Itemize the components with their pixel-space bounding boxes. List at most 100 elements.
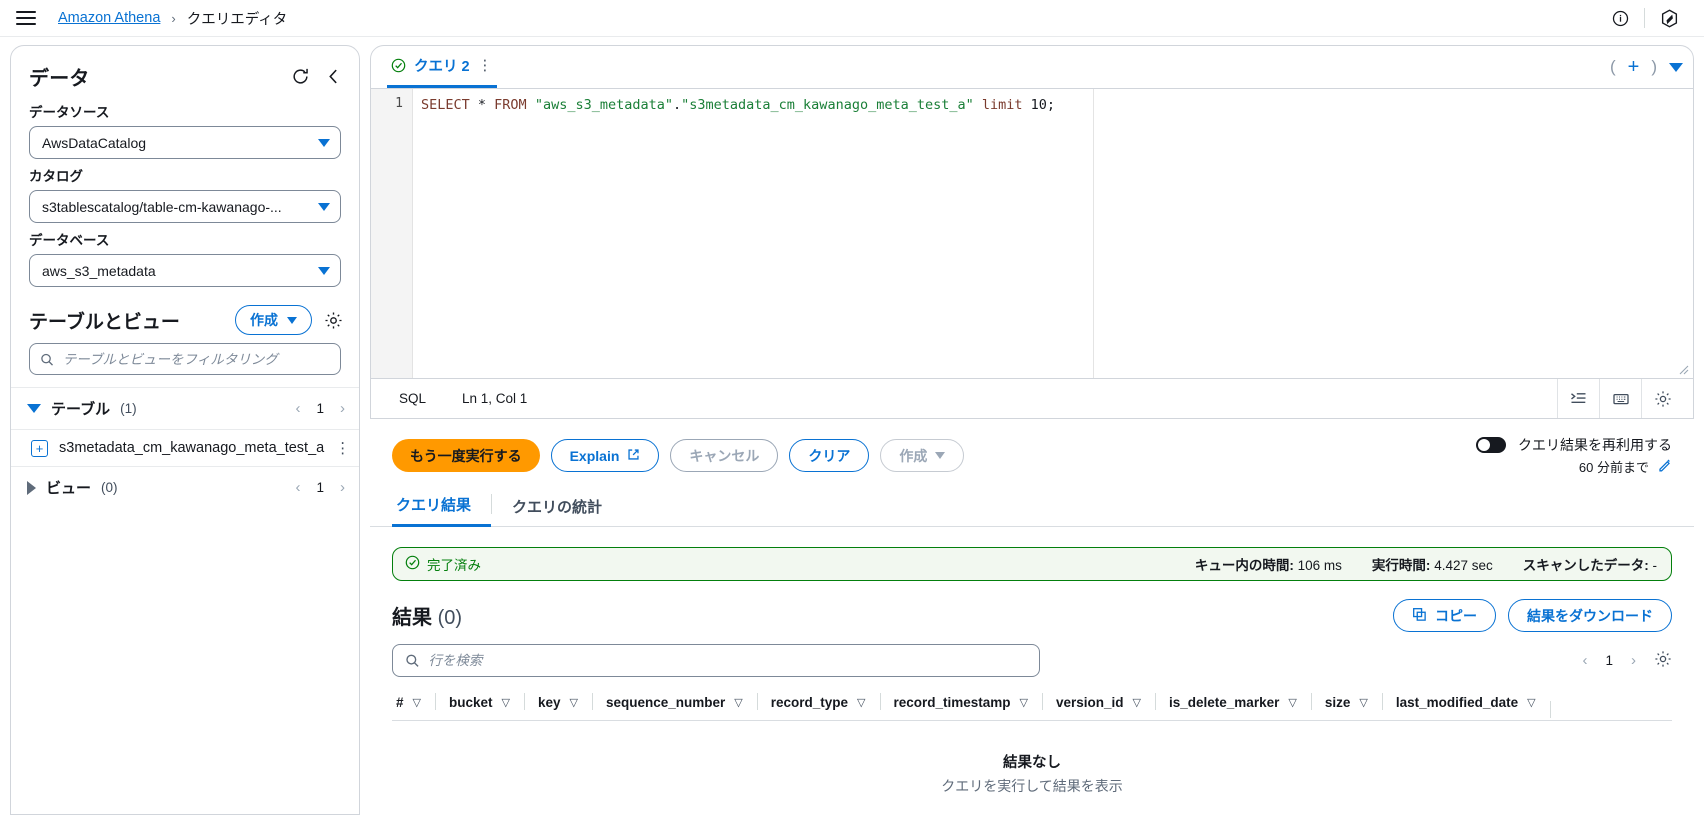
views-next-page-icon[interactable]: › bbox=[340, 479, 345, 496]
sort-icon[interactable]: ▽ bbox=[734, 696, 742, 709]
results-settings-icon[interactable] bbox=[1654, 650, 1672, 671]
tables-pager: ‹ 1 › bbox=[295, 400, 345, 417]
breadcrumb-link-athena[interactable]: Amazon Athena bbox=[58, 10, 160, 26]
divider bbox=[1644, 8, 1645, 28]
breadcrumb-current: クエリエディタ bbox=[186, 11, 288, 28]
column-header-record-timestamp[interactable]: record_timestamp ▽ bbox=[879, 693, 1043, 710]
column-header-bucket[interactable]: bucket ▽ bbox=[434, 693, 524, 710]
sql-schema: "aws_s3_metadata" bbox=[526, 97, 673, 113]
tables-filter[interactable] bbox=[29, 343, 341, 375]
reuse-results-label: クエリ結果を再利用する bbox=[1518, 437, 1672, 453]
results-search[interactable] bbox=[392, 644, 1040, 677]
sql-semicolon: ; bbox=[1046, 97, 1056, 113]
run-again-button[interactable]: もう一度実行する bbox=[392, 439, 540, 472]
queue-time: キュー内の時間: 106 ms bbox=[1195, 554, 1342, 574]
create-button-label: 作成 bbox=[250, 312, 278, 328]
sort-icon[interactable]: ▽ bbox=[1020, 696, 1028, 709]
sort-icon[interactable]: ▽ bbox=[413, 696, 421, 709]
breadcrumb-separator: › bbox=[171, 10, 176, 26]
external-link-icon bbox=[627, 448, 640, 464]
keyboard-icon[interactable] bbox=[1599, 379, 1641, 418]
create-query-button[interactable]: 作成 bbox=[880, 439, 965, 472]
column-header-sequence-number[interactable]: sequence_number ▽ bbox=[591, 693, 757, 710]
data-sidebar: データ データソース AwsDataCatalog カタログ s3tablesc… bbox=[10, 45, 360, 815]
tables-prev-page-icon[interactable]: ‹ bbox=[295, 400, 300, 417]
results-search-input[interactable] bbox=[428, 653, 1027, 668]
copy-button[interactable]: コピー bbox=[1393, 599, 1496, 632]
scanned-data-value: - bbox=[1652, 558, 1658, 573]
views-pager: ‹ 1 › bbox=[295, 479, 345, 496]
results-prev-page-icon[interactable]: ‹ bbox=[1582, 652, 1587, 669]
results-next-page-icon[interactable]: › bbox=[1631, 652, 1636, 669]
clear-label: クリア bbox=[808, 447, 851, 464]
table-item-menu-icon[interactable]: ⋮ bbox=[335, 439, 351, 457]
tab-query-results[interactable]: クエリ結果 bbox=[392, 494, 492, 527]
catalog-select[interactable]: s3tablescatalog/table-cm-kawanago-... bbox=[29, 190, 341, 223]
database-select[interactable]: aws_s3_metadata bbox=[29, 254, 341, 287]
sort-icon[interactable]: ▽ bbox=[857, 696, 865, 709]
caret-down-icon[interactable] bbox=[27, 404, 41, 413]
paren-left: ( bbox=[1609, 57, 1616, 76]
download-results-button[interactable]: 結果をダウンロード bbox=[1508, 599, 1672, 632]
column-header-is-delete-marker[interactable]: is_delete_marker ▽ bbox=[1155, 693, 1311, 710]
collapse-panel-icon[interactable] bbox=[326, 68, 341, 85]
column-header-size[interactable]: size ▽ bbox=[1310, 693, 1382, 710]
tab-query-stats[interactable]: クエリの統計 bbox=[492, 496, 622, 526]
copy-label: コピー bbox=[1435, 607, 1477, 624]
check-circle-icon bbox=[405, 555, 420, 573]
search-icon bbox=[41, 353, 53, 366]
sort-icon[interactable]: ▽ bbox=[1527, 696, 1535, 709]
gear-icon[interactable] bbox=[324, 311, 343, 330]
sort-icon[interactable]: ▽ bbox=[1288, 696, 1296, 709]
column-header-index[interactable]: # ▽ bbox=[392, 695, 435, 710]
format-icon[interactable] bbox=[1557, 379, 1599, 418]
line-number-gutter: 1 bbox=[371, 89, 413, 378]
pencil-icon[interactable] bbox=[1658, 458, 1672, 475]
section-tables-count: (1) bbox=[120, 401, 137, 416]
sort-icon[interactable]: ▽ bbox=[1359, 696, 1367, 709]
plus-icon[interactable]: + bbox=[1628, 57, 1640, 77]
sql-code-editor[interactable]: 1 SELECT * FROM "aws_s3_metadata"."s3met… bbox=[371, 88, 1693, 378]
run-time: 実行時間: 4.427 sec bbox=[1372, 554, 1493, 574]
column-header-version-id[interactable]: version_id ▽ bbox=[1042, 693, 1155, 710]
code-body[interactable]: SELECT * FROM "aws_s3_metadata"."s3metad… bbox=[413, 89, 1693, 378]
cancel-button[interactable]: キャンセル bbox=[670, 439, 779, 472]
chevron-down-icon bbox=[318, 266, 330, 275]
tables-filter-input[interactable] bbox=[62, 351, 330, 367]
editor-resize-handle[interactable] bbox=[1677, 363, 1689, 375]
explain-button[interactable]: Explain bbox=[550, 439, 660, 472]
column-header-last-modified-date[interactable]: last_modified_date ▽ bbox=[1381, 693, 1550, 710]
tab-menu-icon[interactable]: ⋮ bbox=[478, 58, 494, 74]
tables-next-page-icon[interactable]: › bbox=[340, 400, 345, 417]
column-header-record-type[interactable]: record_type ▽ bbox=[756, 693, 880, 710]
tab-query-2[interactable]: クエリ 2 ⋮ bbox=[387, 46, 498, 88]
run-time-value: 4.427 sec bbox=[1434, 558, 1493, 573]
sql-star: * bbox=[469, 97, 495, 113]
caret-down-icon[interactable] bbox=[1669, 62, 1683, 72]
query-action-row: もう一度実行する Explain キャンセル クリア 作成 クエリ結果を再利用す… bbox=[370, 419, 1694, 476]
refresh-icon[interactable] bbox=[291, 67, 310, 86]
info-icon[interactable] bbox=[1601, 6, 1639, 30]
views-prev-page-icon[interactable]: ‹ bbox=[295, 479, 300, 496]
chevron-down-icon bbox=[318, 138, 330, 147]
sort-icon[interactable]: ▽ bbox=[1133, 696, 1141, 709]
aws-settings-icon[interactable] bbox=[1650, 6, 1688, 30]
paren-right: ) bbox=[1651, 57, 1657, 76]
sort-icon[interactable]: ▽ bbox=[502, 696, 510, 709]
results-header: 結果 (0) コピー 結果をダウンロード bbox=[370, 581, 1694, 632]
caret-right-icon[interactable] bbox=[27, 480, 36, 495]
results-pager: ‹ 1 › bbox=[1582, 650, 1672, 671]
data-source-select[interactable]: AwsDataCatalog bbox=[29, 126, 341, 159]
create-button[interactable]: 作成 bbox=[235, 305, 312, 335]
hamburger-icon[interactable] bbox=[16, 11, 36, 25]
database-label: データベース bbox=[29, 233, 110, 248]
column-header-key[interactable]: key ▽ bbox=[523, 693, 592, 710]
tables-page-number: 1 bbox=[316, 401, 324, 416]
clear-button[interactable]: クリア bbox=[789, 439, 870, 472]
sort-icon[interactable]: ▽ bbox=[570, 696, 578, 709]
reuse-results-toggle[interactable] bbox=[1476, 437, 1506, 453]
table-list-item[interactable]: + s3metadata_cm_kawanago_meta_test_a ⋮ bbox=[11, 429, 359, 466]
tabstrip-actions: ( + ) bbox=[1610, 57, 1683, 77]
gear-icon[interactable] bbox=[1641, 379, 1683, 418]
expand-table-icon[interactable]: + bbox=[31, 439, 48, 457]
